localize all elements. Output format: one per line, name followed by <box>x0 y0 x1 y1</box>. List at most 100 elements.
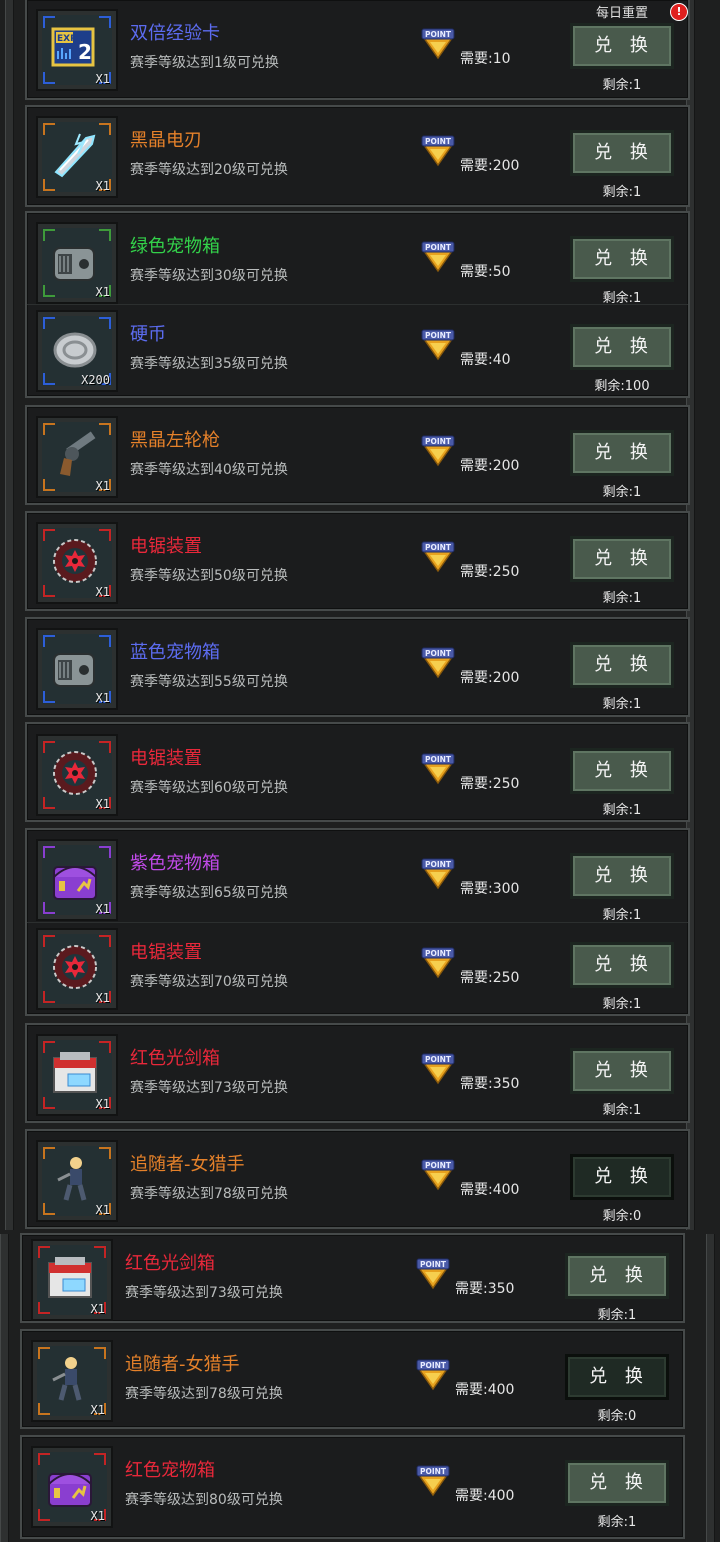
rarity-corner <box>43 285 55 297</box>
item-requirement: 赛季等级达到70级可兑换 <box>130 974 288 990</box>
item-quantity: X1 <box>95 691 110 705</box>
remaining-count: 剩余:1 <box>602 591 642 606</box>
remaining-count: 剩余:0 <box>602 1209 642 1224</box>
rarity-corner <box>94 1246 106 1258</box>
remaining-count: 剩余:1 <box>602 485 642 500</box>
exchange-button[interactable]: 兑 换 <box>570 748 674 794</box>
item-slot[interactable]: X1 <box>36 839 118 921</box>
item-requirement: 赛季等级达到20级可兑换 <box>130 162 288 178</box>
item-quantity: X200 <box>81 373 110 387</box>
item-slot[interactable]: X1 <box>36 628 118 710</box>
item-cost: 需要:200 <box>460 670 520 686</box>
item-slot[interactable]: X1 <box>31 1446 113 1528</box>
reward-row: X1 绿色宠物箱 赛季等级达到30级可兑换 POINT 需要:50 兑 换 剩余… <box>27 217 688 309</box>
exchange-button[interactable]: 兑 换 <box>570 942 674 988</box>
reward-row: X1 红色光剑箱 赛季等级达到73级可兑换 POINT 需要:350 兑 换 剩… <box>22 1234 683 1326</box>
rarity-corner <box>43 479 55 491</box>
remaining-count: 剩余:1 <box>602 997 642 1012</box>
point-currency-icon: POINT <box>421 753 455 785</box>
item-cost: 需要:350 <box>455 1281 515 1297</box>
reward-row: X1 紫色宠物箱 赛季等级达到65级可兑换 POINT 需要:300 兑 换 剩… <box>27 834 688 926</box>
exchange-button[interactable]: 兑 换 <box>570 430 674 476</box>
rarity-corner <box>43 585 55 597</box>
reward-row: X1 红色光剑箱 赛季等级达到73级可兑换 POINT 需要:350 兑 换 剩… <box>27 1029 688 1121</box>
item-cost: 需要:250 <box>460 970 520 986</box>
point-currency-icon: POINT <box>421 647 455 679</box>
item-name: 红色光剑箱 <box>125 1253 215 1274</box>
exchange-button[interactable]: 兑 换 <box>570 130 674 176</box>
reward-card: X1 紫色宠物箱 赛季等级达到65级可兑换 POINT 需要:300 兑 换 剩… <box>25 828 690 1016</box>
rarity-corner <box>38 1403 50 1415</box>
rarity-corner <box>99 423 111 435</box>
remaining-count: 剩余:1 <box>602 908 642 923</box>
exchange-button[interactable]: 兑 换 <box>570 853 674 899</box>
remaining-count: 剩余:1 <box>602 185 642 200</box>
rarity-corner <box>43 902 55 914</box>
point-currency-icon: POINT <box>421 541 455 573</box>
rarity-corner <box>38 1509 50 1521</box>
item-cost: 需要:400 <box>460 1182 520 1198</box>
exchange-button[interactable]: 兑 换 <box>570 236 674 282</box>
item-name: 绿色宠物箱 <box>130 236 220 257</box>
exchange-button[interactable]: 兑 换 <box>565 1354 669 1400</box>
rarity-corner <box>43 72 55 84</box>
item-slot[interactable]: X1 <box>36 416 118 498</box>
exchange-button[interactable]: 兑 换 <box>570 536 674 582</box>
item-requirement: 赛季等级达到73级可兑换 <box>130 1080 288 1096</box>
item-name: 追随者-女猎手 <box>125 1354 240 1375</box>
point-currency-icon: POINT <box>421 1159 455 1191</box>
svg-text:POINT: POINT <box>425 30 452 39</box>
svg-text:POINT: POINT <box>420 1361 447 1370</box>
item-requirement: 赛季等级达到55级可兑换 <box>130 674 288 690</box>
item-requirement: 赛季等级达到50级可兑换 <box>130 568 288 584</box>
item-name: 硬币 <box>130 324 166 345</box>
item-slot[interactable]: X1 <box>36 222 118 304</box>
reward-card: X1 追随者-女猎手 赛季等级达到78级可兑换 POINT 需要:400 兑 换… <box>20 1329 685 1429</box>
item-requirement: 赛季等级达到60级可兑换 <box>130 780 288 796</box>
rarity-corner <box>43 1203 55 1215</box>
exchange-button[interactable]: 兑 换 <box>570 23 674 69</box>
item-requirement: 赛季等级达到65级可兑换 <box>130 885 288 901</box>
item-name: 追随者-女猎手 <box>130 1154 245 1175</box>
reward-row: EXP 2 X1 双倍经验卡 赛季等级达到1级可兑换 POINT 需要:10 兑 … <box>27 3 688 96</box>
exchange-button[interactable]: 兑 换 <box>565 1460 669 1506</box>
svg-text:POINT: POINT <box>420 1467 447 1476</box>
item-requirement: 赛季等级达到78级可兑换 <box>125 1386 283 1402</box>
item-cost: 需要:40 <box>460 352 511 368</box>
item-cost: 需要:250 <box>460 776 520 792</box>
item-requirement: 赛季等级达到40级可兑换 <box>130 462 288 478</box>
rarity-corner <box>43 691 55 703</box>
item-slot[interactable]: X1 <box>36 1034 118 1116</box>
remaining-count: 剩余:1 <box>602 803 642 818</box>
item-slot[interactable]: X1 <box>31 1239 113 1321</box>
svg-text:POINT: POINT <box>425 137 452 146</box>
reward-row: X1 追随者-女猎手 赛季等级达到78级可兑换 POINT 需要:400 兑 换… <box>27 1135 688 1227</box>
rarity-corner <box>94 1347 106 1359</box>
notification-badge: ! <box>670 3 688 21</box>
item-slot[interactable]: EXP 2 X1 <box>36 9 118 91</box>
reward-card: X1 蓝色宠物箱 赛季等级达到55级可兑换 POINT 需要:200 兑 换 剩… <box>25 617 690 717</box>
item-requirement: 赛季等级达到1级可兑换 <box>130 55 279 71</box>
exchange-button[interactable]: 兑 换 <box>570 1154 674 1200</box>
exchange-button[interactable]: 兑 换 <box>570 1048 674 1094</box>
svg-text:2: 2 <box>78 40 92 64</box>
item-slot[interactable]: X1 <box>36 734 118 816</box>
reward-card: X1 黑晶左轮枪 赛季等级达到40级可兑换 POINT 需要:200 兑 换 剩… <box>25 405 690 505</box>
item-slot[interactable]: X1 <box>36 1140 118 1222</box>
svg-text:POINT: POINT <box>425 543 452 552</box>
item-quantity: X1 <box>95 179 110 193</box>
item-slot[interactable]: X200 <box>36 310 118 392</box>
exchange-button[interactable]: 兑 换 <box>565 1253 669 1299</box>
item-name: 红色光剑箱 <box>130 1048 220 1069</box>
daily-reset-label: 每日重置 <box>595 6 648 21</box>
item-slot[interactable]: X1 <box>36 522 118 604</box>
reward-row: X1 黑晶电刃 赛季等级达到20级可兑换 POINT 需要:200 兑 换 剩余… <box>27 111 688 203</box>
exchange-button[interactable]: 兑 换 <box>570 324 674 370</box>
item-slot[interactable]: X1 <box>31 1340 113 1422</box>
row-divider <box>27 304 688 305</box>
item-slot[interactable]: X1 <box>36 116 118 198</box>
item-slot[interactable]: X1 <box>36 928 118 1010</box>
row-divider <box>27 922 688 923</box>
rarity-corner <box>99 935 111 947</box>
exchange-button[interactable]: 兑 换 <box>570 642 674 688</box>
